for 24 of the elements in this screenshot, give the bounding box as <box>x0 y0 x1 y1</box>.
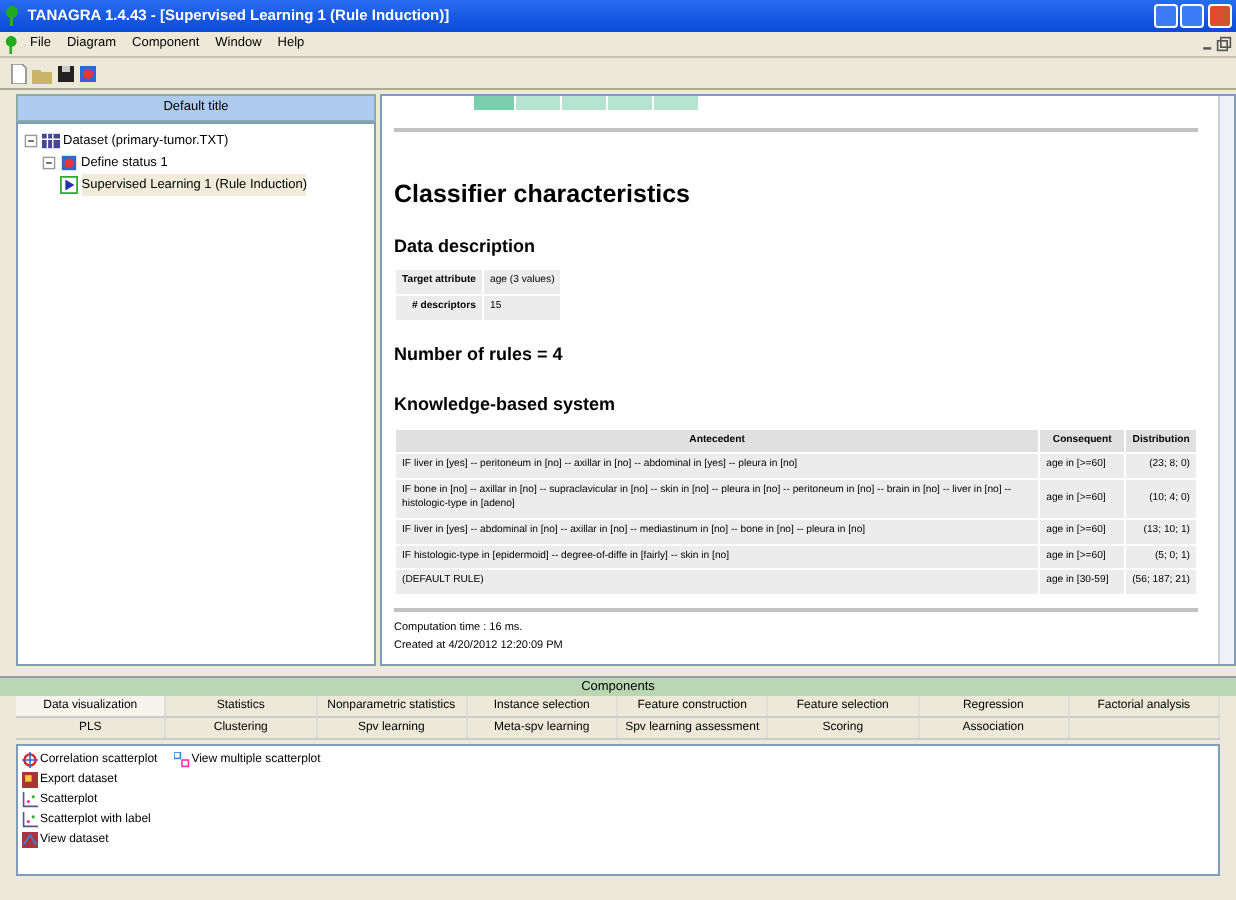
dataset-icon <box>41 132 60 150</box>
scatterplot-icon <box>22 812 38 828</box>
restore-button[interactable] <box>1180 4 1205 28</box>
close-button[interactable] <box>1208 4 1232 28</box>
restore-icon[interactable] <box>1216 36 1232 52</box>
collapse-icon[interactable] <box>24 134 38 148</box>
section-heading: Classifier characteristics <box>394 178 693 212</box>
new-file-icon[interactable] <box>8 63 28 83</box>
scatterplot-icon <box>22 792 38 808</box>
scatterplot-icon <box>173 752 190 768</box>
learner-icon <box>60 176 78 194</box>
grid-icon <box>22 772 38 788</box>
minimize-button[interactable] <box>1153 4 1177 28</box>
scrollbar[interactable] <box>1218 96 1234 664</box>
status-icon <box>59 154 78 172</box>
section-heading: Knowledge-based system <box>394 392 618 419</box>
section-heading: Number of rules = 4 <box>394 341 565 368</box>
save-icon[interactable] <box>55 63 75 83</box>
target-icon <box>22 752 38 768</box>
section-heading: Data description <box>394 233 538 260</box>
collapse-icon[interactable] <box>42 156 56 170</box>
tree-icon <box>4 35 22 53</box>
chart-icon <box>22 832 38 848</box>
tree-icon <box>4 6 24 26</box>
